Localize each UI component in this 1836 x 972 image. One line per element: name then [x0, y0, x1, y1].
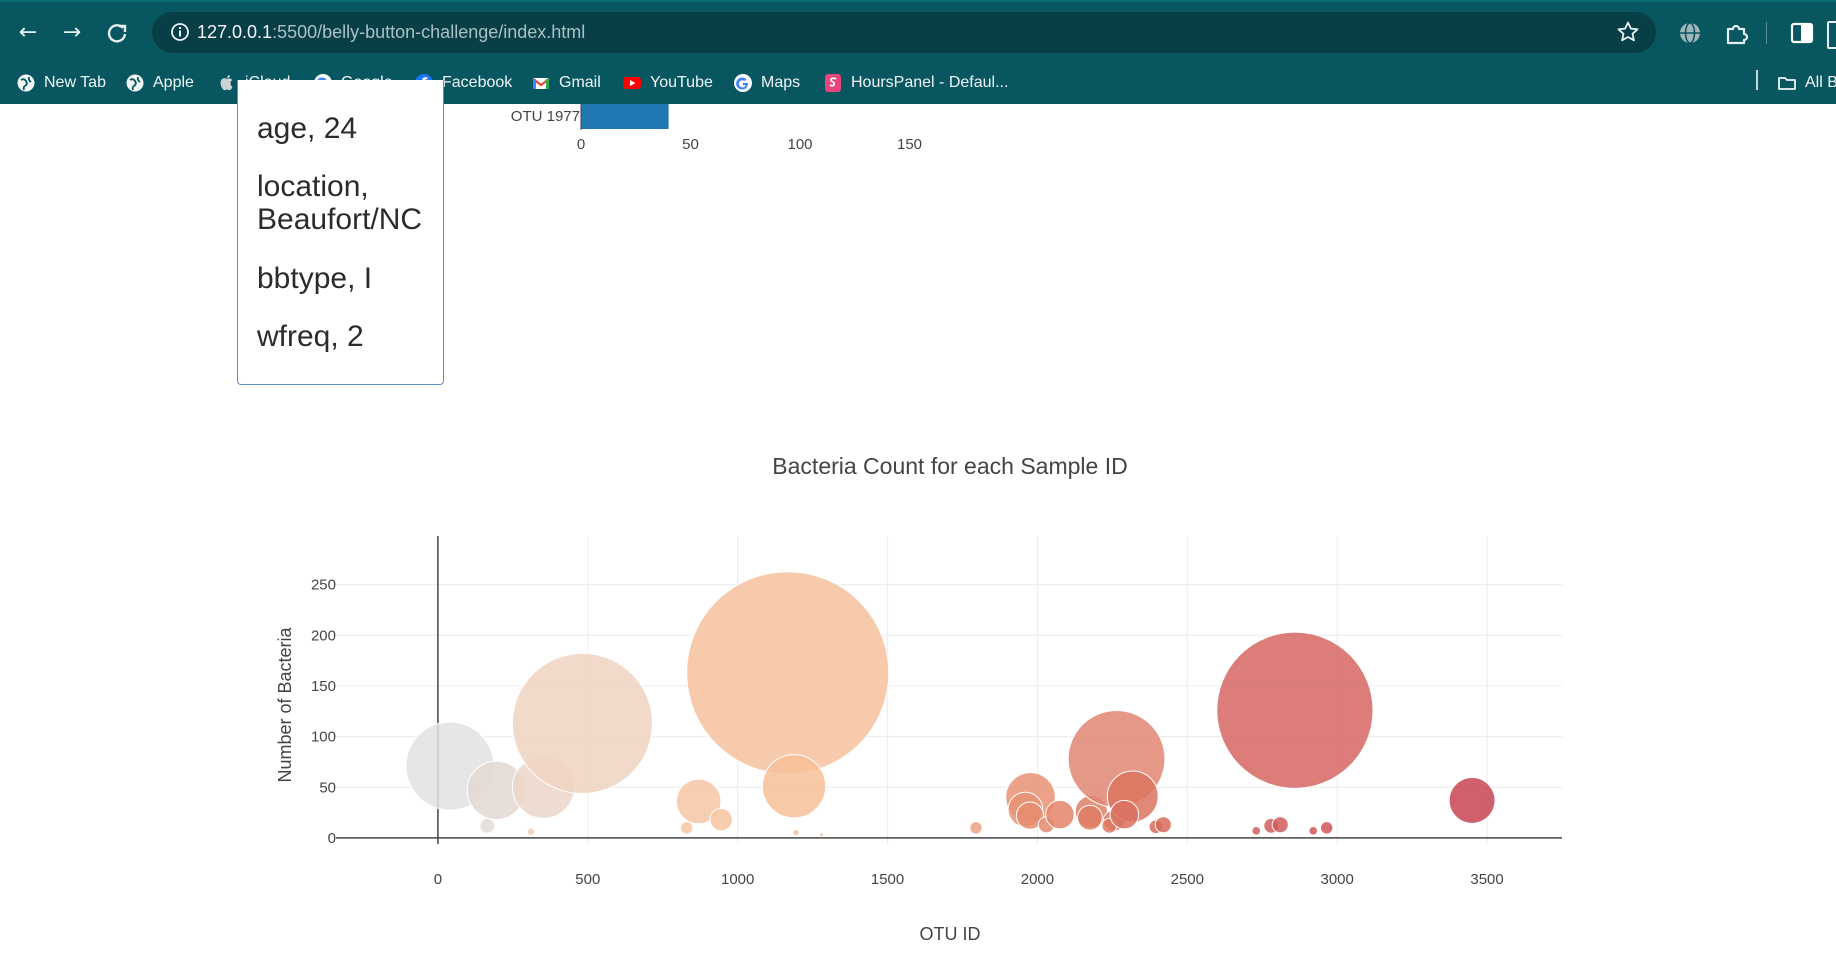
site-info-icon[interactable] — [170, 22, 190, 42]
chart-bubbles — [405, 571, 1496, 838]
bookmark-gmail[interactable]: Gmail — [531, 71, 601, 95]
tab-strip-edge — [0, 0, 1836, 2]
bubble-point[interactable] — [479, 817, 496, 834]
metadata-location: location, — [257, 170, 369, 203]
bar-xtick-label: 100 — [787, 136, 812, 153]
y-tick-label: 150 — [311, 678, 336, 695]
back-arrow-icon[interactable]: ← — [15, 20, 41, 46]
bubble-point[interactable] — [819, 832, 824, 838]
bubble-point[interactable] — [1109, 799, 1140, 830]
url-text[interactable]: 127.0.0.1:5500/belly-button-challenge/in… — [197, 22, 585, 43]
side-panel-icon[interactable] — [1789, 20, 1815, 46]
globe-icon — [125, 73, 145, 93]
bar-xtick-label: 50 — [682, 136, 699, 153]
bubble-point[interactable] — [686, 571, 890, 775]
metadata-location-value: Beaufort/NC — [257, 203, 423, 236]
url-host: 127.0.0.1 — [197, 22, 273, 42]
bubble-point[interactable] — [1045, 799, 1075, 830]
bubble-point[interactable] — [1154, 816, 1172, 834]
bubble-point[interactable] — [526, 827, 536, 837]
bubble-point[interactable] — [1448, 776, 1496, 824]
metadata-wfreq: wfreq, 2 — [257, 320, 364, 353]
bubble-point[interactable] — [1308, 825, 1319, 836]
bubble-point[interactable] — [1216, 631, 1374, 789]
google-icon — [733, 73, 753, 93]
demographic-info-panel: age, 24 location, Beaufort/NC bbtype, I … — [237, 80, 444, 385]
bubble-point[interactable] — [792, 829, 800, 837]
hourspanel-icon — [823, 73, 843, 93]
bubble-chart[interactable]: Bacteria Count for each Sample ID 0 500 10… — [0, 420, 1836, 972]
bookmark-label: New Tab — [44, 74, 106, 91]
folder-icon — [1777, 73, 1797, 93]
metadata-bbtype: bbtype, I — [257, 262, 373, 295]
chart-title: Bacteria Count for each Sample ID — [772, 453, 1127, 479]
top-otu-bar-chart: OTU 1977 0 50 100 150 — [511, 104, 922, 153]
metadata-age: age, 24 — [257, 112, 358, 145]
bookmark-hourspanel[interactable]: HoursPanel - Defaul... — [823, 71, 1008, 95]
bookmarks-divider — [1756, 70, 1758, 90]
x-tick-label: 1500 — [871, 871, 904, 888]
x-tick-label: 3000 — [1320, 871, 1353, 888]
bookmark-maps[interactable]: Maps — [733, 71, 800, 95]
x-tick-label: 500 — [575, 871, 600, 888]
y-tick-label: 250 — [311, 577, 336, 594]
toolbar-divider — [1766, 22, 1767, 44]
all-bookmarks[interactable]: All B — [1777, 71, 1836, 95]
x-tick-label: 2000 — [1021, 871, 1054, 888]
bar-xtick-label: 150 — [897, 136, 922, 153]
all-bookmarks-label: All B — [1805, 74, 1836, 91]
apple-icon — [217, 73, 237, 93]
address-bar[interactable]: 127.0.0.1:5500/belly-button-challenge/in… — [152, 12, 1656, 53]
bookmark-youtube[interactable]: YouTube — [622, 71, 713, 95]
y-axis-label: Number of Bacteria — [275, 626, 295, 782]
bubble-point[interactable] — [969, 821, 983, 835]
bookmark-apple[interactable]: Apple — [125, 71, 194, 95]
bubble-point[interactable] — [680, 821, 694, 835]
bookmark-label: HoursPanel - Defaul... — [851, 74, 1009, 91]
bookmark-label: YouTube — [650, 74, 713, 91]
bubble-point[interactable] — [709, 808, 733, 832]
window-control-icon[interactable] — [1827, 21, 1836, 49]
globe-icon — [16, 73, 36, 93]
bubble-point[interactable] — [511, 652, 653, 794]
bookmark-label: Facebook — [442, 74, 513, 91]
bar-xtick-label: 0 — [577, 136, 585, 153]
bubble-point[interactable] — [1319, 821, 1334, 835]
bookmark-new-tab[interactable]: New Tab — [16, 71, 106, 95]
gmail-icon — [531, 73, 551, 93]
x-axis-label: OTU ID — [920, 924, 981, 944]
y-tick-label: 200 — [311, 627, 336, 644]
y-tick-label: 50 — [319, 779, 336, 796]
x-tick-label: 2500 — [1171, 871, 1204, 888]
bubble-point[interactable] — [1271, 816, 1289, 834]
bubble-point[interactable] — [1076, 804, 1103, 831]
extensions-puzzle-icon[interactable] — [1723, 20, 1749, 46]
bookmark-star-icon[interactable] — [1616, 20, 1640, 44]
x-tick-label: 1000 — [721, 871, 754, 888]
bar-xtick-group: 0 50 100 150 — [577, 136, 922, 153]
y-tick-label: 0 — [328, 830, 336, 847]
vpn-globe-icon[interactable] — [1677, 20, 1703, 46]
bookmark-label: Gmail — [559, 74, 601, 91]
x-tick-label: 3500 — [1470, 871, 1503, 888]
url-path: :5500/belly-button-challenge/index.html — [272, 22, 586, 42]
bar-otu-1977[interactable] — [581, 104, 669, 129]
forward-arrow-icon[interactable]: → — [59, 20, 85, 46]
youtube-icon — [622, 73, 642, 93]
x-tick-label: 0 — [434, 871, 442, 888]
bubble-point[interactable] — [1251, 825, 1262, 836]
bubble-point[interactable] — [761, 754, 827, 819]
bar-ytick-label: OTU 1977 — [511, 108, 580, 125]
y-tick-label: 100 — [311, 729, 336, 746]
bookmark-label: Apple — [153, 74, 194, 91]
bookmark-label: Maps — [761, 74, 801, 91]
reload-icon[interactable] — [104, 20, 130, 46]
